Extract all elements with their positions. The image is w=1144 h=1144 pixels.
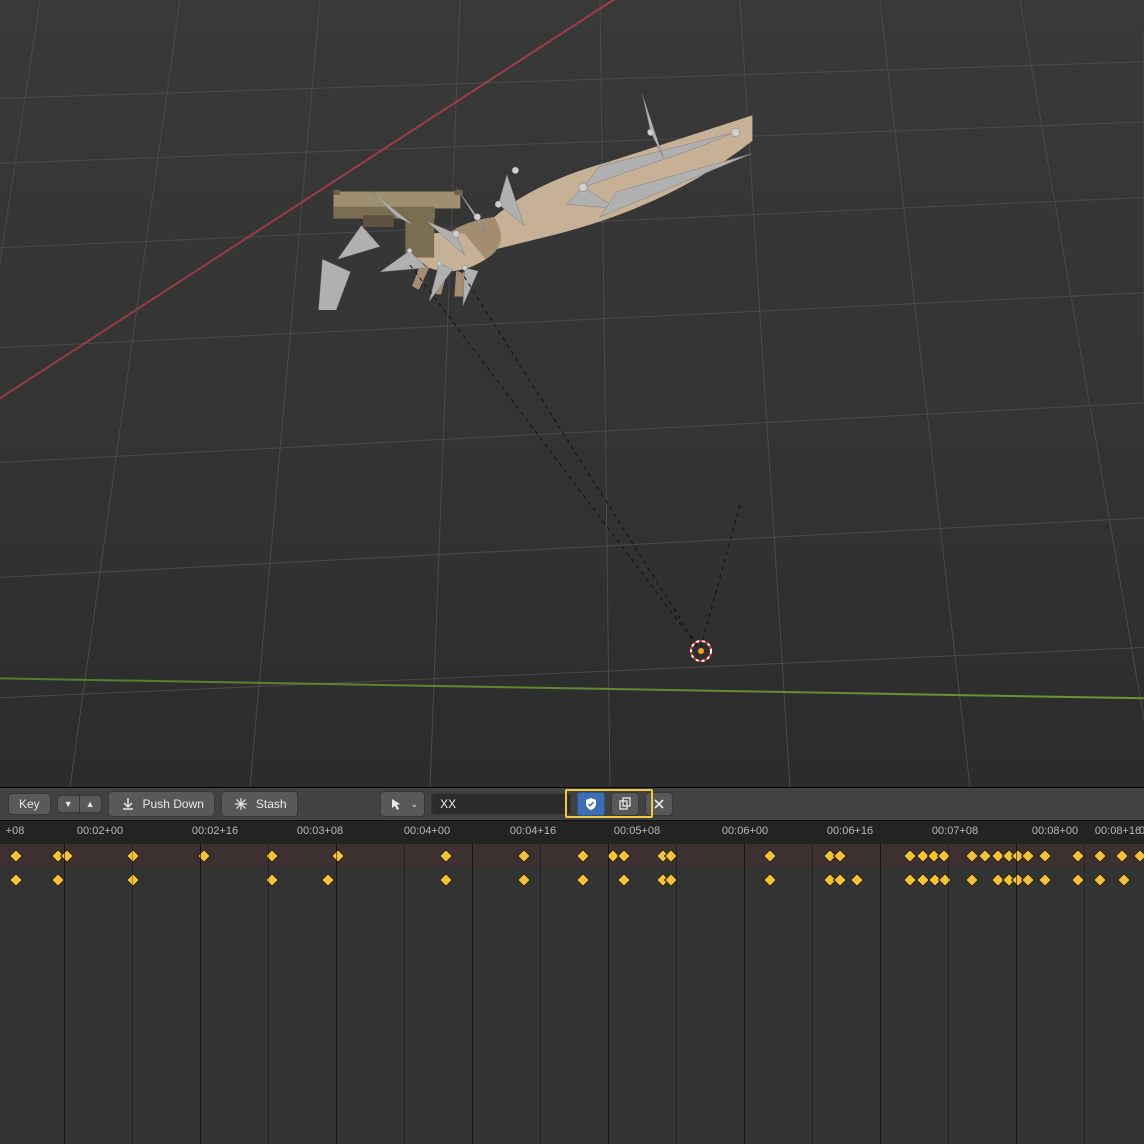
frame-line (404, 844, 405, 1144)
unlink-action-button[interactable] (645, 792, 673, 816)
keyframe[interactable] (126, 873, 140, 887)
keyframe[interactable] (617, 873, 631, 887)
keyframe[interactable] (1117, 873, 1131, 887)
keyframe[interactable] (321, 873, 335, 887)
frame-line (268, 844, 269, 1144)
duplicate-action-button[interactable] (611, 792, 639, 816)
dopesheet-summary-row[interactable] (0, 844, 1144, 868)
chevron-down-icon: ⌄ (411, 799, 419, 810)
ruler-label: 00:08+16 (1095, 825, 1141, 837)
keyframe[interactable] (51, 873, 65, 887)
ruler-label: 00:08+00 (1032, 825, 1078, 837)
dopesheet[interactable] (0, 844, 1144, 1144)
keyframe[interactable] (763, 849, 777, 863)
frame-line (336, 844, 337, 1144)
keyframe[interactable] (763, 873, 777, 887)
key-menu[interactable]: Key (8, 793, 51, 815)
keyframe[interactable] (517, 873, 531, 887)
keyframe[interactable] (1115, 849, 1129, 863)
frame-line (200, 844, 201, 1144)
ruler-label: +08 (6, 825, 25, 837)
keyframe[interactable] (1038, 849, 1052, 863)
keyframe[interactable] (9, 873, 23, 887)
ruler-label: 00:04+00 (404, 825, 450, 837)
keyframe[interactable] (60, 849, 74, 863)
frame-line (1016, 844, 1017, 1144)
frame-line (744, 844, 745, 1144)
keyframe[interactable] (833, 849, 847, 863)
ruler-label: 00:02+16 (192, 825, 238, 837)
dopesheet-row[interactable] (0, 868, 1144, 892)
action-browse-button[interactable]: ⌄ (380, 791, 426, 817)
keyframe[interactable] (617, 849, 631, 863)
pushdown-icon (119, 795, 137, 813)
keyframe[interactable] (1071, 849, 1085, 863)
dopesheet-header: Key ▼ ▲ Push Down Stash ⌄ XX (0, 788, 1144, 820)
keyframe[interactable] (9, 849, 23, 863)
ruler-label: 00:03+08 (297, 825, 343, 837)
keyframe[interactable] (439, 849, 453, 863)
keyframe[interactable] (1021, 849, 1035, 863)
down-arrow-icon[interactable]: ▼ (57, 795, 79, 813)
action-name-field[interactable]: XX (431, 793, 571, 815)
frame-line (540, 844, 541, 1144)
ruler-label: 00:04+16 (510, 825, 556, 837)
pointer-icon (387, 795, 405, 813)
keyframe[interactable] (833, 873, 847, 887)
keyframe[interactable] (1133, 849, 1144, 863)
keyframe[interactable] (517, 849, 531, 863)
keyframe[interactable] (439, 873, 453, 887)
frame-line (676, 844, 677, 1144)
keyframe[interactable] (850, 873, 864, 887)
shield-icon (582, 795, 600, 813)
keyframe[interactable] (938, 873, 952, 887)
ruler-label: 00:06+16 (827, 825, 873, 837)
keyframe[interactable] (576, 873, 590, 887)
ruler-label: 00:05+08 (614, 825, 660, 837)
push-down-button[interactable]: Push Down (108, 791, 215, 817)
constraint-lines (0, 0, 1144, 787)
snowflake-icon (232, 795, 250, 813)
time-ruler[interactable]: +08 00:02+00 00:02+16 00:03+08 00:04+00 00:04… (0, 820, 1144, 844)
ruler-label: 0 (1139, 825, 1144, 837)
keyframe[interactable] (1071, 873, 1085, 887)
keyframe[interactable] (1093, 873, 1107, 887)
ruler-label: 00:07+08 (932, 825, 978, 837)
close-icon (650, 795, 668, 813)
stash-button[interactable]: Stash (221, 791, 298, 817)
duplicate-icon (616, 795, 634, 813)
fake-user-toggle[interactable] (577, 792, 605, 816)
frame-line (472, 844, 473, 1144)
keyframe[interactable] (126, 849, 140, 863)
keyframe[interactable] (1093, 849, 1107, 863)
keyframe[interactable] (1021, 873, 1035, 887)
frame-line (64, 844, 65, 1144)
frame-line (948, 844, 949, 1144)
frame-line (132, 844, 133, 1144)
keyframe[interactable] (576, 849, 590, 863)
frame-line (1084, 844, 1085, 1144)
frame-line (812, 844, 813, 1144)
keyframe[interactable] (331, 849, 345, 863)
viewport-3d[interactable] (0, 0, 1144, 787)
frame-line (608, 844, 609, 1144)
keyframe[interactable] (965, 873, 979, 887)
ruler-label: 00:06+00 (722, 825, 768, 837)
ruler-label: 00:02+00 (77, 825, 123, 837)
keyframe[interactable] (1038, 873, 1052, 887)
up-arrow-icon[interactable]: ▲ (79, 795, 102, 813)
frame-line (880, 844, 881, 1144)
